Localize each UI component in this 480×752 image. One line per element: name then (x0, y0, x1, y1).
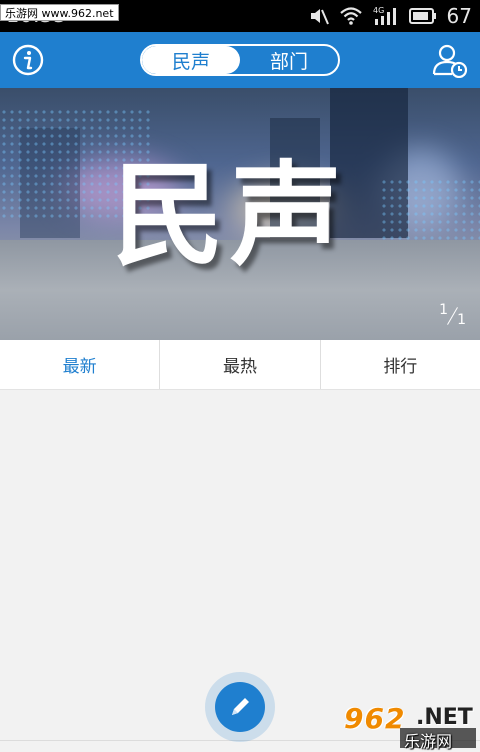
info-icon (12, 44, 44, 76)
pencil-icon (232, 698, 249, 715)
watermark-logo-suffix: .NET (416, 705, 473, 730)
user-center-button[interactable] (432, 42, 468, 79)
banner-carousel[interactable]: 民声 11 (0, 88, 480, 340)
app-header: 民声 部门 (0, 32, 480, 88)
battery-icon (408, 8, 436, 24)
watermark-logo-number: 962 (344, 702, 406, 735)
watermark-logo: 962 .NET 乐游网 (344, 702, 476, 751)
signal-icon: 4G (373, 6, 396, 25)
segment-bumen[interactable]: 部门 (240, 46, 338, 74)
tab-hot[interactable]: 最热 (160, 340, 321, 389)
banner-pager: 11 (439, 302, 466, 328)
tab-latest[interactable]: 最新 (0, 340, 161, 389)
pager-total: 1 (457, 312, 466, 328)
status-bar: 10:55 乐游网 www.962.net 4G 67 (0, 0, 480, 32)
wifi-icon (339, 7, 362, 25)
tab-ranking[interactable]: 排行 (321, 340, 480, 389)
battery-level: 67 (446, 4, 472, 28)
pager-current: 1 (439, 302, 449, 318)
network-type: 4G (373, 6, 384, 15)
compose-button[interactable] (215, 682, 265, 732)
info-button[interactable] (12, 44, 44, 76)
status-icons: 4G 67 (309, 4, 472, 28)
mute-icon (310, 9, 329, 25)
content-tabs: 最新 最热 排行 (0, 340, 480, 390)
segment-control: 民声 部门 (140, 44, 340, 76)
user-clock-icon (432, 44, 468, 79)
watermark-top: 乐游网 www.962.net (0, 4, 119, 21)
segment-minsheng[interactable]: 民声 (142, 46, 240, 74)
banner-title: 民声 (112, 150, 348, 281)
watermark-logo-cn: 乐游网 (404, 732, 453, 751)
